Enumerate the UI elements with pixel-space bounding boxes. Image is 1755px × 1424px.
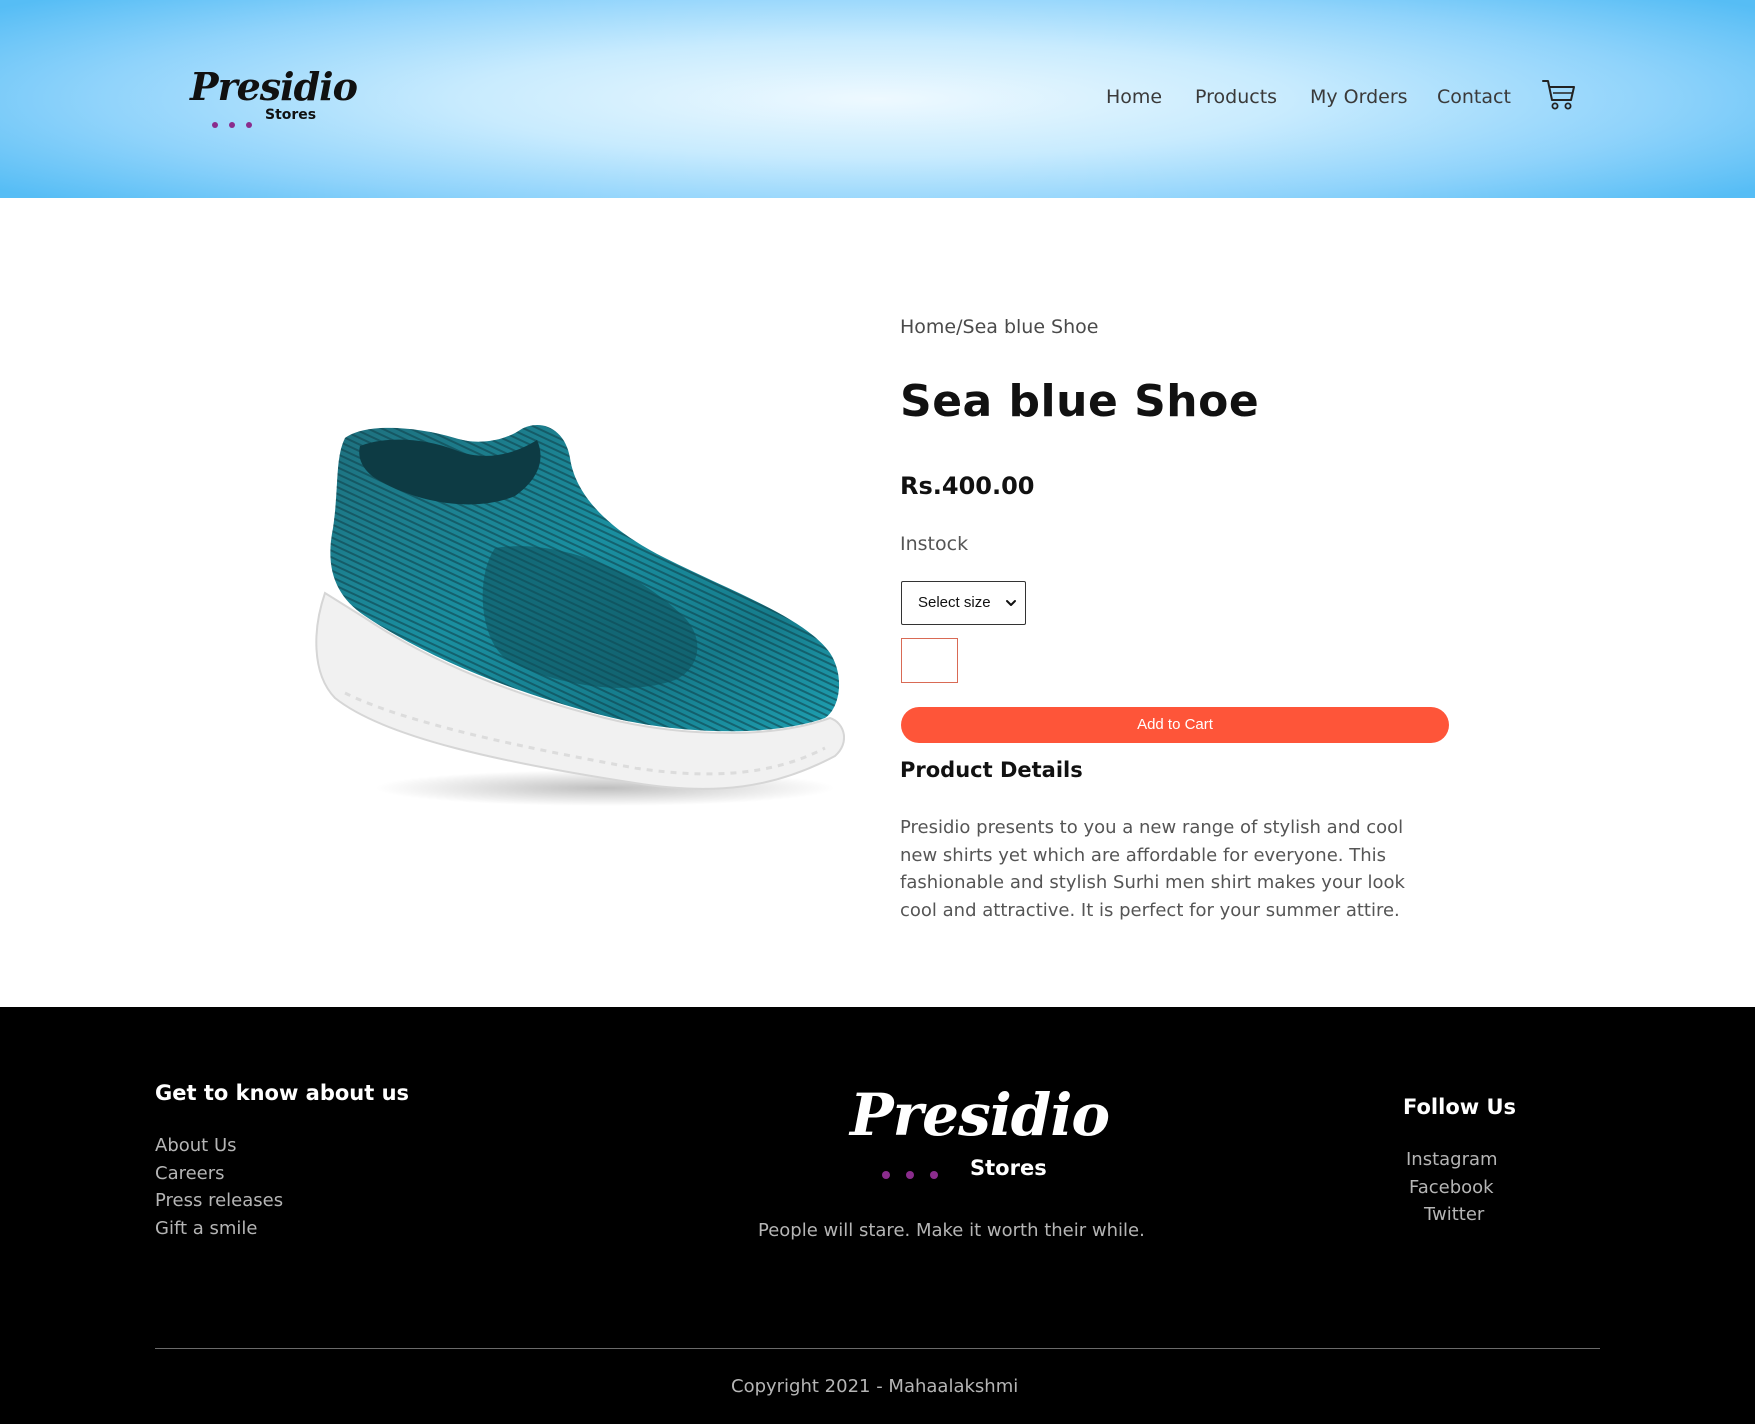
nav-my-orders[interactable]: My Orders (1310, 86, 1408, 108)
product-title: Sea blue Shoe (900, 376, 1260, 427)
footer-link-careers[interactable]: Careers (155, 1163, 225, 1184)
product-description: Presidio presents to you a new range of … (900, 817, 1405, 921)
footer-logo[interactable]: Presidio Stores (850, 1080, 1110, 1183)
size-select[interactable]: Select size (901, 581, 1026, 625)
copyright-text: Copyright 2021 - Mahaalakshmi (731, 1376, 1019, 1397)
footer-link-instagram[interactable]: Instagram (1406, 1149, 1498, 1170)
presidio-stores-logo[interactable]: Presidio Stores (190, 62, 358, 132)
size-select-value: Select size (918, 594, 991, 611)
footer-logo-dots (882, 1164, 954, 1183)
logo-script-text: Presidio (190, 64, 358, 109)
logo-subtitle: Stores (265, 107, 317, 123)
stock-status: Instock (900, 533, 969, 555)
footer-link-press-releases[interactable]: Press releases (155, 1190, 283, 1211)
sea-blue-shoe-image (315, 425, 845, 806)
footer-logo-subtitle: Stores (970, 1156, 1047, 1180)
footer-link-about-us[interactable]: About Us (155, 1135, 237, 1156)
footer-link-facebook[interactable]: Facebook (1409, 1177, 1494, 1198)
product-details-heading: Product Details (900, 758, 1083, 782)
follow-heading: Follow Us (1403, 1095, 1517, 1119)
footer-tagline: People will stare. Make it worth their w… (758, 1220, 1145, 1241)
footer-divider (155, 1348, 1600, 1349)
footer-link-twitter[interactable]: Twitter (1424, 1204, 1484, 1225)
product-price: Rs.400.00 (900, 472, 1035, 500)
nav-home[interactable]: Home (1106, 86, 1162, 108)
quantity-input[interactable] (901, 638, 958, 683)
footer-link-gift-a-smile[interactable]: Gift a smile (155, 1218, 258, 1239)
add-to-cart-button[interactable]: Add to Cart (901, 707, 1449, 743)
site-header: Presidio Stores Home Products My Orders … (0, 0, 1755, 198)
footer-logo-script: Presidio (850, 1081, 1110, 1149)
chevron-down-icon (1006, 600, 1016, 606)
logo-dots (212, 113, 263, 132)
nav-contact[interactable]: Contact (1437, 86, 1511, 108)
cart-icon[interactable] (1541, 76, 1577, 112)
nav-products[interactable]: Products (1195, 86, 1277, 108)
breadcrumb[interactable]: Home/Sea blue Shoe (900, 316, 1098, 338)
about-heading: Get to know about us (155, 1081, 410, 1105)
site-footer (0, 1007, 1755, 1424)
